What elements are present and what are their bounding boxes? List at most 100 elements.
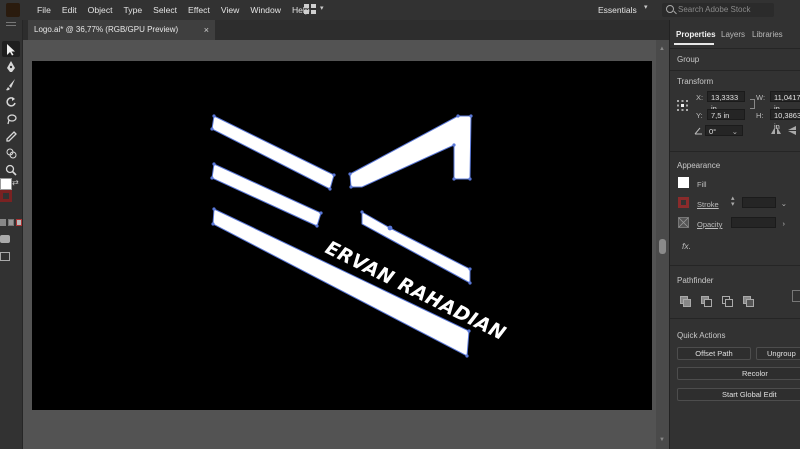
- reference-point-icon[interactable]: [677, 100, 688, 111]
- stroke-weight-field[interactable]: ⌄: [742, 197, 787, 208]
- brush-tool-icon[interactable]: [2, 76, 20, 92]
- appearance-title: Appearance: [677, 161, 721, 170]
- logo-chevron-upper: [349, 115, 472, 188]
- illustrator-logo-icon[interactable]: [6, 3, 20, 17]
- properties-panel: Properties Layers Libraries Group Transf…: [669, 20, 800, 449]
- stroke-swatch[interactable]: [0, 190, 12, 202]
- logo-artwork[interactable]: ERVAN RAHADIAN: [32, 61, 652, 410]
- arrange-documents-icon[interactable]: [304, 4, 316, 14]
- menu-edit[interactable]: Edit: [62, 0, 77, 20]
- tab-libraries[interactable]: Libraries: [752, 30, 783, 39]
- flip-horizontal-icon[interactable]: [771, 126, 781, 135]
- opacity-field[interactable]: ›: [731, 217, 785, 228]
- document-tab-title: Logo.ai* @ 36,77% (RGB/GPU Preview): [34, 25, 179, 34]
- zoom-tool-icon[interactable]: [2, 162, 20, 178]
- chevron-down-icon[interactable]: ▾: [644, 3, 648, 11]
- offset-path-button[interactable]: Offset Path: [677, 347, 751, 360]
- logo-bar-bottom: [212, 208, 470, 357]
- workspace-switcher[interactable]: Essentials: [598, 0, 637, 20]
- y-field[interactable]: 7,5 in: [707, 109, 745, 120]
- color-mode-icon[interactable]: [0, 219, 6, 226]
- opacity-label[interactable]: Opacity: [697, 220, 722, 229]
- flip-vertical-icon[interactable]: [787, 126, 797, 135]
- unite-icon[interactable]: [680, 296, 691, 307]
- selection-tool-icon[interactable]: [2, 41, 20, 57]
- rotate-tool-icon[interactable]: [2, 93, 20, 109]
- chevron-down-icon[interactable]: ▾: [320, 4, 324, 12]
- h-label: H:: [756, 111, 764, 120]
- eyedropper-tool-icon[interactable]: [2, 128, 20, 144]
- intersect-icon[interactable]: [722, 296, 733, 307]
- y-label: Y:: [696, 111, 703, 120]
- stroke-label[interactable]: Stroke: [697, 200, 719, 209]
- chevron-down-icon[interactable]: ⌄: [781, 198, 787, 209]
- menu-bar: File Edit Object Type Select Effect View…: [0, 0, 800, 20]
- pathfinder-title: Pathfinder: [677, 276, 714, 285]
- menu-object[interactable]: Object: [88, 0, 113, 20]
- angle-icon: [694, 127, 703, 135]
- fill-swatch[interactable]: [0, 178, 12, 190]
- minus-front-icon[interactable]: [701, 296, 712, 307]
- menu-type[interactable]: Type: [124, 0, 143, 20]
- divider: [670, 48, 800, 49]
- shape-builder-tool-icon[interactable]: [2, 145, 20, 161]
- menu-select[interactable]: Select: [153, 0, 177, 20]
- stroke-weight-stepper[interactable]: ▴ ▾: [731, 195, 739, 208]
- constrain-proportions-icon[interactable]: [750, 99, 755, 109]
- x-field[interactable]: 13,3333 in: [707, 91, 745, 113]
- active-tab-indicator: [674, 43, 714, 45]
- search-placeholder: Search Adobe Stock: [678, 5, 751, 14]
- tools-panel: ⇄: [0, 20, 23, 449]
- panel-grip-icon: [6, 22, 16, 26]
- divider: [670, 318, 800, 319]
- close-icon[interactable]: ×: [204, 20, 209, 40]
- document-tab-bar: Logo.ai* @ 36,77% (RGB/GPU Preview) ×: [23, 20, 669, 40]
- chevron-right-icon[interactable]: ›: [783, 218, 786, 229]
- h-field[interactable]: 10,3863 in: [770, 109, 800, 131]
- menu-items: File Edit Object Type Select Effect View…: [37, 0, 321, 20]
- divider: [670, 265, 800, 266]
- x-label: X:: [696, 93, 704, 102]
- artboard[interactable]: ERVAN RAHADIAN: [32, 61, 652, 410]
- swap-colors-icon[interactable]: ⇄: [12, 178, 19, 187]
- fx-icon[interactable]: fx.: [682, 241, 691, 251]
- lasso-tool-icon[interactable]: [2, 111, 20, 127]
- start-global-edit-button[interactable]: Start Global Edit: [677, 388, 800, 401]
- fill-color-swatch[interactable]: [678, 177, 689, 188]
- scroll-down-icon[interactable]: ▼: [659, 437, 665, 443]
- tab-layers[interactable]: Layers: [721, 30, 745, 39]
- scrollbar-thumb[interactable]: [659, 239, 666, 254]
- search-icon: [666, 5, 674, 13]
- tab-properties[interactable]: Properties: [676, 30, 716, 39]
- ungroup-button[interactable]: Ungroup: [756, 347, 800, 360]
- draw-mode-icon[interactable]: [0, 235, 10, 243]
- transform-title: Transform: [677, 77, 714, 86]
- pen-tool-icon[interactable]: [2, 58, 20, 74]
- menu-effect[interactable]: Effect: [188, 0, 210, 20]
- panel-tabs: Properties Layers Libraries: [670, 30, 800, 46]
- angle-value: 0°: [709, 127, 717, 136]
- recolor-button[interactable]: Recolor: [677, 367, 800, 380]
- divider: [670, 151, 800, 152]
- scroll-up-icon[interactable]: ▲: [659, 46, 665, 52]
- more-options-icon[interactable]: [792, 290, 800, 302]
- vertical-scrollbar[interactable]: ▲ ▼: [656, 40, 669, 449]
- menu-window[interactable]: Window: [250, 0, 281, 20]
- gradient-mode-icon[interactable]: [8, 219, 14, 226]
- divider: [670, 70, 800, 71]
- opacity-icon: [678, 217, 689, 228]
- search-input[interactable]: Search Adobe Stock: [662, 3, 774, 17]
- menu-view[interactable]: View: [221, 0, 239, 20]
- angle-field[interactable]: 0° ⌄: [705, 125, 743, 136]
- exclude-icon[interactable]: [743, 296, 754, 307]
- stroke-color-swatch[interactable]: [678, 197, 689, 208]
- menu-file[interactable]: File: [37, 0, 51, 20]
- tab-document[interactable]: Logo.ai* @ 36,77% (RGB/GPU Preview) ×: [28, 20, 215, 40]
- chevron-down-icon[interactable]: ⌄: [732, 126, 738, 137]
- w-field[interactable]: 11,0417 in: [770, 91, 800, 113]
- quick-actions-title: Quick Actions: [677, 331, 726, 340]
- selection-type-label: Group: [677, 55, 700, 64]
- w-label: W:: [756, 93, 766, 102]
- screen-mode-icon[interactable]: [0, 252, 10, 261]
- none-mode-icon[interactable]: [16, 219, 22, 226]
